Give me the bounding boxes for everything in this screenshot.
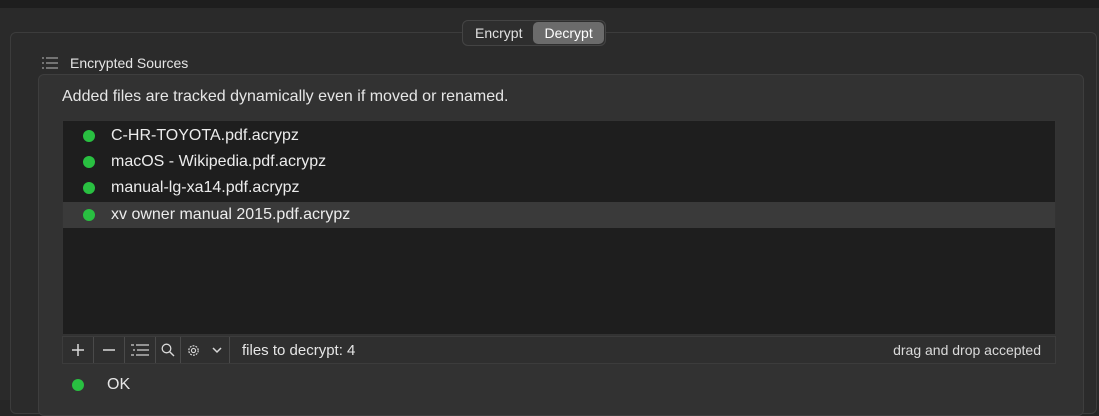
remove-button[interactable] [94, 337, 125, 363]
status-indicator: OK [72, 376, 130, 394]
search-button[interactable] [156, 337, 181, 363]
list-item[interactable]: macOS - Wikipedia.pdf.acrypz [63, 149, 1055, 175]
add-button[interactable] [63, 337, 94, 363]
search-icon [161, 343, 175, 357]
file-list[interactable]: C-HR-TOYOTA.pdf.acrypz macOS - Wikipedia… [62, 120, 1056, 335]
list-item[interactable]: manual-lg-xa14.pdf.acrypz [63, 175, 1055, 201]
status-text: OK [107, 376, 131, 393]
status-ok-icon [72, 379, 84, 391]
file-name: C-HR-TOYOTA.pdf.acrypz [111, 127, 299, 144]
list-item-selected[interactable]: xv owner manual 2015.pdf.acrypz [63, 202, 1055, 228]
list-toolbar: files to decrypt: 4 drag and drop accept… [62, 336, 1056, 364]
file-name: macOS - Wikipedia.pdf.acrypz [111, 153, 327, 170]
section-title: Encrypted Sources [70, 55, 189, 71]
list-view-button[interactable] [125, 337, 156, 363]
drag-drop-hint: drag and drop accepted [893, 342, 1041, 358]
file-name: manual-lg-xa14.pdf.acrypz [111, 179, 300, 196]
file-name: xv owner manual 2015.pdf.acrypz [111, 206, 351, 223]
status-dot-icon [83, 209, 95, 221]
minus-icon [103, 349, 115, 351]
status-dot-icon [83, 182, 95, 194]
list-icon [42, 57, 58, 69]
status-dot-icon [83, 156, 95, 168]
chevron-down-icon [212, 347, 222, 354]
settings-button[interactable] [181, 337, 205, 363]
description-text: Added files are tracked dynamically even… [62, 88, 509, 105]
list-icon [131, 344, 149, 356]
list-item[interactable]: C-HR-TOYOTA.pdf.acrypz [63, 123, 1055, 149]
plus-icon [72, 344, 84, 356]
settings-dropdown-button[interactable] [205, 337, 230, 363]
section-header: Encrypted Sources [42, 55, 188, 71]
tab-encrypt[interactable]: Encrypt [464, 22, 533, 44]
status-dot-icon [83, 130, 95, 142]
files-count-label: files to decrypt: 4 [242, 341, 356, 359]
gear-icon [187, 344, 199, 356]
mode-segmented-control: Encrypt Decrypt [462, 20, 606, 46]
title-strip [0, 0, 1099, 8]
tab-decrypt[interactable]: Decrypt [533, 22, 604, 44]
app-window: Encrypt Decrypt Encrypted Sources Added … [0, 0, 1099, 416]
